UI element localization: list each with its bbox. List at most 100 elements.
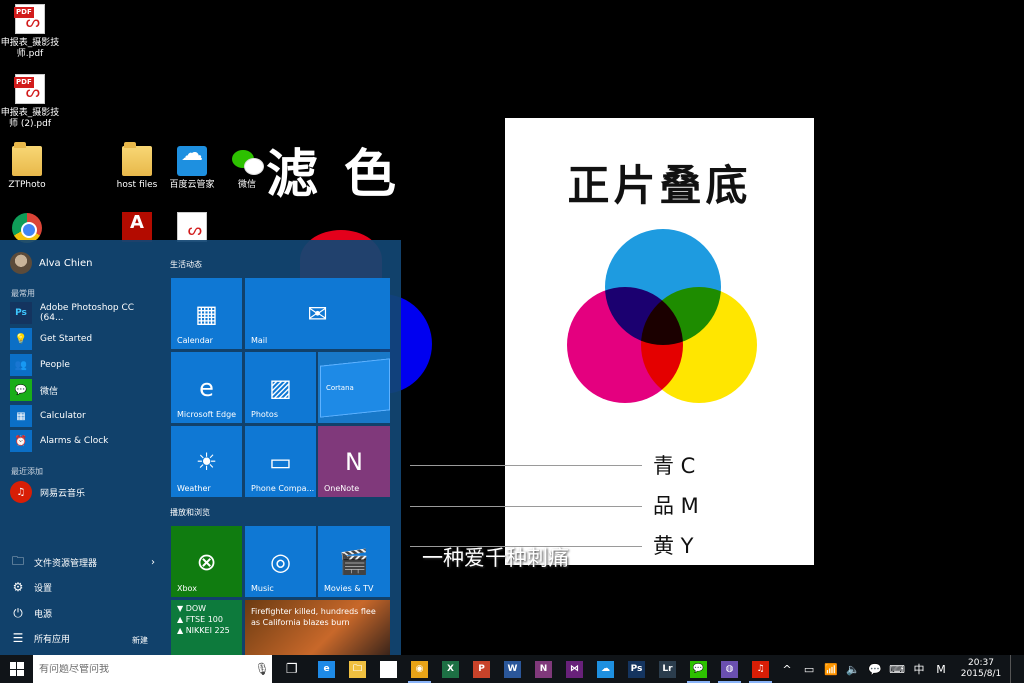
tile-label: OneNote bbox=[324, 484, 360, 493]
tile-photos[interactable]: ▨ Photos bbox=[245, 352, 316, 423]
tile-xbox[interactable]: ⊗ Xbox bbox=[171, 526, 242, 597]
tile-edge[interactable]: e Microsoft Edge bbox=[171, 352, 242, 423]
app-item-people[interactable]: 👥 People bbox=[10, 354, 155, 376]
tile-calendar[interactable]: ▦ Calendar bbox=[171, 278, 242, 349]
taskbar-app-netease-music[interactable]: ♫ bbox=[745, 655, 776, 683]
lightbulb-icon: 💡 bbox=[10, 328, 32, 350]
pdf-icon: PDF ᔕ bbox=[14, 74, 45, 104]
desktop-icon-pdf-2[interactable]: PDF ᔕ 申报表_摄影技师 (2).pdf bbox=[0, 74, 60, 130]
network-icon[interactable]: 📶 bbox=[820, 663, 842, 676]
taskbar-app-visual-studio[interactable]: ⋈ bbox=[559, 655, 590, 683]
desktop-icon-pdf-1[interactable]: PDF ᔕ 申报表_摄影技师.pdf bbox=[0, 4, 60, 60]
taskbar-apps: e 🗀 🛍 ◉ X P W N ⋈ ☁ Ps Lr 💬 ◍ ♫ bbox=[311, 655, 776, 683]
taskbar-app-media-player[interactable]: ◍ bbox=[714, 655, 745, 683]
tile-phone-companion[interactable]: ▭ Phone Compa... bbox=[245, 426, 316, 497]
task-view-icon: ❐ bbox=[285, 661, 298, 677]
clapperboard-icon: 🎬 bbox=[339, 548, 369, 576]
edge-icon: e bbox=[318, 660, 336, 678]
yellow-circle bbox=[641, 287, 757, 403]
taskbar-app-powerpoint[interactable]: P bbox=[466, 655, 497, 683]
volume-icon[interactable]: 🔈 bbox=[842, 663, 864, 676]
keyboard-icon[interactable]: ⌨ bbox=[886, 663, 908, 676]
search-input[interactable] bbox=[39, 663, 253, 675]
taskbar-app-onenote[interactable]: N bbox=[528, 655, 559, 683]
taskbar-app-file-explorer[interactable]: 🗀 bbox=[342, 655, 373, 683]
task-view-button[interactable]: ❐ bbox=[272, 655, 311, 683]
store-icon: 🛍 bbox=[380, 660, 398, 678]
taskbar-app-chrome[interactable]: ◉ bbox=[404, 655, 435, 683]
tile-cortana[interactable]: Cortana bbox=[318, 352, 390, 423]
avatar bbox=[10, 252, 32, 274]
app-item-photoshop[interactable]: Ps Adobe Photoshop CC (64... bbox=[10, 302, 155, 324]
onenote-icon: N bbox=[535, 660, 553, 678]
tile-label: Microsoft Edge bbox=[177, 410, 237, 419]
recently-added-heading: 最近添加 bbox=[11, 467, 43, 476]
desktop-icon-host-files[interactable]: host files bbox=[107, 142, 167, 191]
app-item-wechat[interactable]: 💬 微信 bbox=[10, 379, 155, 401]
tile-weather[interactable]: ☀ Weather bbox=[171, 426, 242, 497]
xbox-icon: ⊗ bbox=[196, 548, 217, 576]
battery-icon[interactable]: ▭ bbox=[798, 663, 820, 676]
tile-label: Music bbox=[251, 584, 274, 593]
app-item-label: 网易云音乐 bbox=[40, 488, 86, 499]
gear-icon: ⚙ bbox=[12, 580, 24, 594]
input-language-indicator[interactable]: 中 bbox=[908, 661, 930, 677]
tile-onenote[interactable]: N OneNote bbox=[318, 426, 390, 497]
desktop-icon-ztphoto[interactable]: ZTPhoto bbox=[0, 142, 57, 191]
chrome-icon bbox=[12, 213, 42, 243]
tile-money[interactable]: ▼ DOW ▲ FTSE 100 ▲ NIKKEI 225 bbox=[171, 600, 242, 655]
tile-label: Movies & TV bbox=[324, 584, 374, 593]
taskbar-app-edge[interactable]: e bbox=[311, 655, 342, 683]
app-item-get-started[interactable]: 💡 Get Started bbox=[10, 328, 155, 350]
tile-music[interactable]: ◎ Music bbox=[245, 526, 316, 597]
chevron-right-icon[interactable]: › bbox=[151, 557, 155, 568]
power-item[interactable]: ⏻ 电源 bbox=[10, 602, 155, 624]
user-account[interactable]: Alva Chien bbox=[10, 252, 92, 274]
onenote-icon: N bbox=[345, 448, 363, 476]
excel-icon: X bbox=[442, 660, 460, 678]
power-icon: ⏻ bbox=[13, 605, 23, 620]
desktop-icon-label: 申报表_摄影技师.pdf bbox=[0, 38, 60, 59]
file-explorer-item[interactable]: 🗀 文件资源管理器 › bbox=[10, 551, 155, 573]
taskbar-app-lightroom[interactable]: Lr bbox=[652, 655, 683, 683]
app-item-label: Get Started bbox=[40, 334, 93, 344]
money-line: ▲ FTSE 100 bbox=[177, 615, 223, 624]
taskbar-app-photoshop[interactable]: Ps bbox=[621, 655, 652, 683]
taskbar-app-baidu-cloud[interactable]: ☁ bbox=[590, 655, 621, 683]
tile-group-heading-life: 生活动态 bbox=[170, 260, 202, 269]
taskbar-app-store[interactable]: 🛍 bbox=[373, 655, 404, 683]
folder-icon bbox=[122, 142, 152, 176]
show-desktop-button[interactable] bbox=[1010, 655, 1024, 683]
taskbar-app-wechat[interactable]: 💬 bbox=[683, 655, 714, 683]
tile-mail[interactable]: ✉ Mail bbox=[245, 278, 390, 349]
pdf-icon: PDF ᔕ bbox=[14, 4, 45, 34]
tile-news[interactable]: Firefighter killed, hundreds flee as Cal… bbox=[245, 600, 390, 655]
ime-mode-indicator[interactable]: M bbox=[930, 663, 952, 676]
tile-label: Phone Compa... bbox=[251, 484, 315, 493]
search-box[interactable]: 🎙 bbox=[33, 655, 273, 683]
money-line: ▼ DOW bbox=[177, 604, 207, 613]
most-used-heading: 最常用 bbox=[11, 289, 35, 298]
app-item-calculator[interactable]: ▦ Calculator bbox=[10, 405, 155, 427]
start-button[interactable] bbox=[0, 655, 33, 683]
app-item-label: 电源 bbox=[34, 609, 53, 620]
legend-line-magenta bbox=[410, 506, 642, 507]
chrome-icon: ◉ bbox=[411, 660, 429, 678]
legend-line-cyan bbox=[410, 465, 642, 466]
taskbar-app-word[interactable]: W bbox=[497, 655, 528, 683]
microphone-icon[interactable]: 🎙 bbox=[252, 662, 272, 676]
taskbar-app-excel[interactable]: X bbox=[435, 655, 466, 683]
settings-item[interactable]: ⚙ 设置 bbox=[10, 576, 155, 598]
clock[interactable]: 20:37 2015/8/1 bbox=[952, 658, 1010, 680]
baidu-cloud-icon: ☁ bbox=[597, 660, 615, 678]
show-hidden-icons[interactable]: ^ bbox=[776, 663, 798, 676]
people-icon: 👥 bbox=[10, 354, 32, 376]
tile-movies-tv[interactable]: 🎬 Movies & TV bbox=[318, 526, 390, 597]
video-subtitle: 一种爱千种刺痛 bbox=[422, 546, 569, 570]
folder-icon: 🗀 bbox=[11, 553, 24, 568]
app-item-alarms-clock[interactable]: ⏰ Alarms & Clock bbox=[10, 430, 155, 452]
app-item-netease-music[interactable]: ♫ 网易云音乐 bbox=[10, 481, 155, 503]
desktop-icon-baidu-cloud[interactable]: 百度云管家 bbox=[162, 146, 222, 191]
app-item-label: 微信 bbox=[40, 386, 59, 397]
action-center-icon[interactable]: 💬 bbox=[864, 663, 886, 676]
